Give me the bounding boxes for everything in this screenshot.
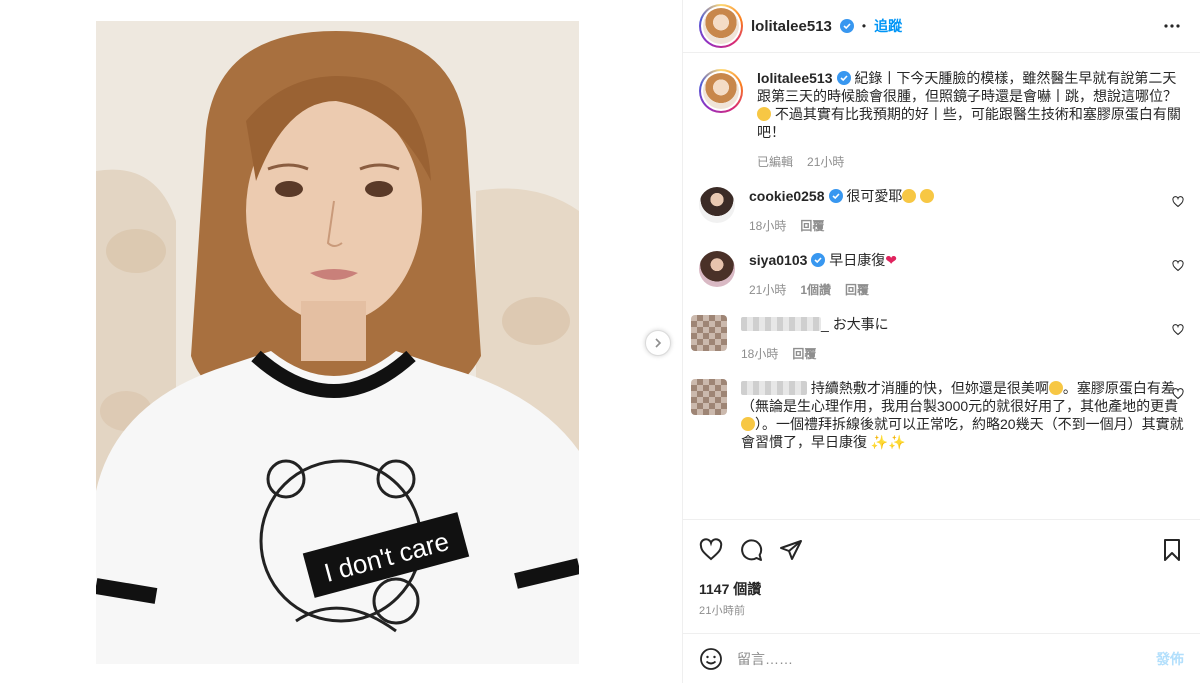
laughing-emoji-icon	[1048, 381, 1063, 395]
save-bookmark-icon[interactable]	[1160, 538, 1184, 562]
comment-time: 21小時	[749, 283, 787, 297]
verified-badge-icon	[828, 189, 843, 203]
comment-item: 持續熱敷才消腫的快，但妳還是很美啊 。塞膠原蛋白有差（無論是生心理作用，我用台製3…	[691, 379, 1184, 451]
follow-button[interactable]: 追蹤	[874, 16, 902, 36]
like-comment-heart-icon[interactable]	[1172, 260, 1184, 272]
verified-badge-icon	[811, 253, 826, 267]
chevron-right-icon	[655, 338, 662, 348]
caption-avatar[interactable]	[699, 69, 743, 113]
comment-text: 持續熱敷才消腫的快，但妳還是很美啊	[810, 380, 1049, 396]
selfie-image: I don't care	[96, 21, 579, 664]
heart-eyes-emoji-icon	[920, 189, 935, 203]
red-heart-emoji-icon: ❤	[885, 252, 898, 268]
emoji-picker-icon[interactable]	[699, 647, 723, 671]
verified-badge-icon	[839, 19, 854, 33]
caption-time: 21小時	[807, 155, 845, 169]
commenter-avatar[interactable]	[699, 251, 735, 287]
comment-username[interactable]: siya0103	[749, 252, 807, 268]
comment-time: 18小時	[749, 219, 787, 233]
post-caption: lolitalee513 紀錄丨下今天腫臉的模樣，雖然醫生早就有說第二天跟第三天…	[699, 69, 1184, 171]
caption-edited: 已編輯	[757, 155, 794, 169]
comment-item: cookie0258 很可愛耶 18小時 回覆	[699, 187, 1184, 235]
caption-username[interactable]: lolitalee513	[757, 70, 833, 86]
comment-text: 早日康復	[829, 252, 886, 268]
grinning-emoji-icon	[741, 417, 755, 431]
more-options-button[interactable]	[1160, 14, 1184, 38]
commenter-avatar-blurred[interactable]	[691, 379, 727, 415]
more-horizontal-icon	[1164, 24, 1180, 28]
comment-input[interactable]	[737, 650, 1142, 667]
post-media: I don't care	[0, 0, 683, 683]
post-side-panel: lolitalee513 • 追蹤 lolitalee513 紀錄丨下今天腫臉的…	[683, 0, 1200, 683]
reply-button[interactable]: 回覆	[792, 345, 816, 363]
post-comment-button[interactable]: 發佈	[1156, 649, 1184, 669]
like-comment-heart-icon[interactable]	[1172, 388, 1184, 400]
comment-time: 18小時	[741, 347, 779, 361]
verified-badge-icon	[836, 71, 851, 85]
sparkles-emoji-icon: ✨✨	[870, 434, 906, 450]
comment-bubble-icon[interactable]	[739, 538, 763, 562]
comment-text-3: ）。一個禮拜拆線後就可以正常吃，約略20幾天（不到一個月）其實就會習慣了，早日康…	[741, 416, 1184, 450]
like-comment-heart-icon[interactable]	[1172, 196, 1184, 208]
post-header: lolitalee513 • 追蹤	[683, 0, 1200, 53]
reply-button[interactable]: 回覆	[845, 281, 869, 299]
heart-eyes-emoji-icon	[902, 189, 917, 203]
likes-count[interactable]: 1147 個讚	[683, 579, 1200, 601]
author-avatar[interactable]	[699, 4, 743, 48]
comment-username-suffix: _	[821, 316, 829, 332]
next-image-button[interactable]	[645, 330, 671, 356]
add-comment-bar: 發佈	[683, 633, 1200, 683]
author-username[interactable]: lolitalee513	[751, 18, 832, 35]
post-photo[interactable]: I don't care	[96, 21, 579, 664]
instagram-post-modal: I don't care lolitalee513 • 追蹤 lolitalee…	[0, 0, 1200, 683]
caption-text-2: 不過其實有比我預期的好丨些，可能跟醫生技術和塞膠原蛋白有關吧！	[757, 106, 1181, 140]
posted-time[interactable]: 21小時前	[683, 601, 1200, 627]
commenter-avatar-blurred[interactable]	[691, 315, 727, 351]
laughing-emoji-icon	[757, 107, 771, 121]
comment-username[interactable]: cookie0258	[749, 188, 825, 204]
comment-text: 很可愛耶	[846, 188, 903, 204]
comments-list[interactable]: lolitalee513 紀錄丨下今天腫臉的模樣，雖然醫生早就有說第二天跟第三天…	[683, 53, 1200, 519]
like-comment-heart-icon[interactable]	[1172, 324, 1184, 336]
share-paper-plane-icon[interactable]	[779, 538, 803, 562]
comment-likes[interactable]: 1個讚	[800, 281, 831, 299]
separator-dot: •	[861, 19, 867, 33]
commenter-avatar[interactable]	[699, 187, 735, 223]
reply-button[interactable]: 回覆	[800, 217, 824, 235]
comment-item: _ お大事に 18小時 回覆	[691, 315, 1184, 363]
redacted-username	[741, 381, 807, 395]
post-actions	[683, 519, 1200, 579]
redacted-username	[741, 317, 821, 331]
like-heart-icon[interactable]	[699, 537, 723, 562]
comment-text: お大事に	[832, 316, 889, 332]
comment-item: siya0103 早日康復❤ 21小時 1個讚 回覆	[699, 251, 1184, 299]
